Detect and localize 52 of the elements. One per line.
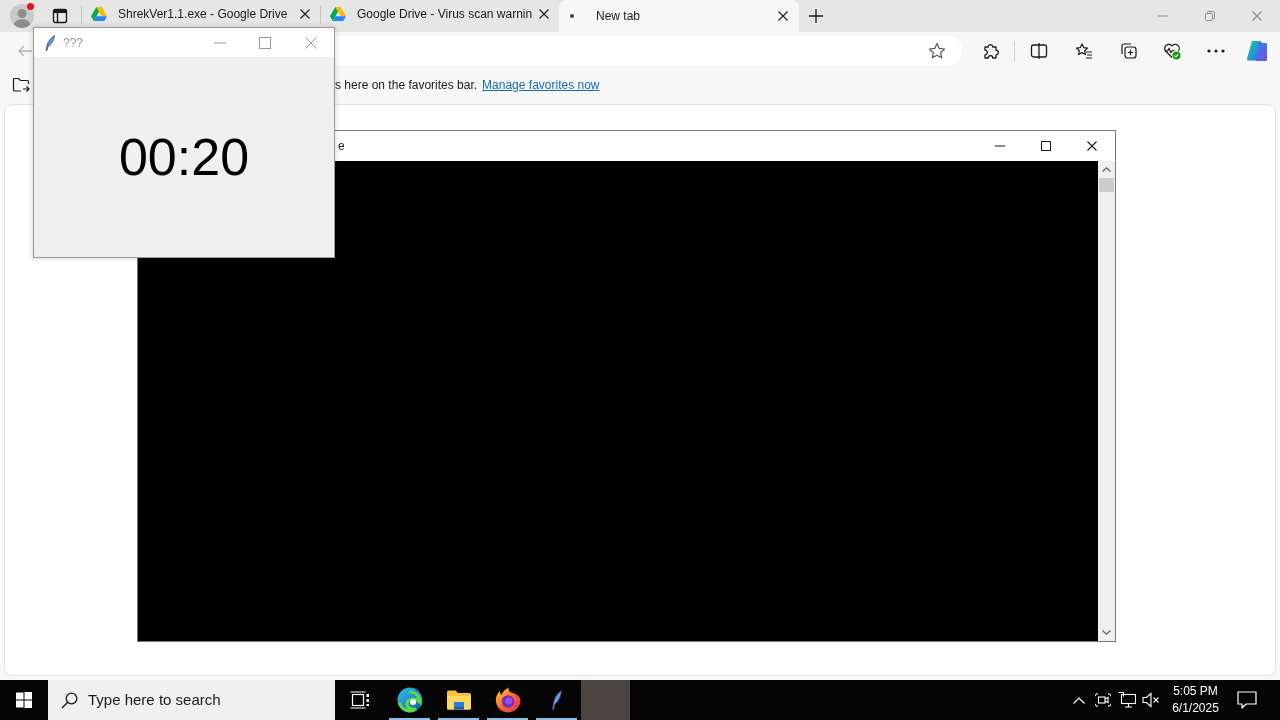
browser-tab[interactable]: Google Drive - Virus scan warnin: [321, 1, 559, 27]
windows-logo-icon[interactable]: [16, 692, 32, 708]
countdown-timer: 00:20: [118, 131, 250, 183]
folder-arrow-icon[interactable]: [12, 77, 30, 93]
tab-title: Google Drive - Virus scan warnin: [357, 6, 534, 23]
favorites-star-list-icon[interactable]: [1075, 42, 1093, 60]
search-field[interactable]: Type here to search: [48, 680, 335, 720]
browser-tab[interactable]: ShrekVer1.1.exe - Google Drive: [82, 1, 320, 27]
triangle-logo-icon: [91, 7, 107, 21]
favorites-bar-message: s here on the favorites bar.: [335, 77, 478, 94]
camera-bracket-icon[interactable]: [1095, 691, 1111, 709]
close-icon[interactable]: [300, 9, 310, 19]
feather-icon[interactable]: [551, 690, 562, 710]
browser-tab[interactable]: New tab: [559, 0, 799, 32]
triangle-logo-icon: [330, 7, 346, 21]
profile-avatar-icon[interactable]: [10, 4, 34, 28]
star-icon[interactable]: [928, 42, 946, 60]
window-title: e: [338, 138, 345, 155]
close-icon[interactable]: [1087, 141, 1097, 151]
close-icon[interactable]: [539, 9, 549, 19]
clock-date[interactable]: 6/1/2025: [1172, 700, 1219, 717]
back-arrow-icon: [17, 43, 33, 59]
task-view-icon[interactable]: [350, 691, 370, 709]
tab-actions-icon[interactable]: [52, 8, 68, 24]
flame-globe-icon[interactable]: [494, 687, 521, 713]
restore-icon[interactable]: [1204, 11, 1215, 21]
speaker-muted-icon[interactable]: [1142, 692, 1160, 708]
chevron-up-icon[interactable]: [1073, 696, 1085, 704]
more-dots-icon[interactable]: [1207, 49, 1225, 53]
search-icon: [61, 691, 78, 709]
tab-title: ShrekVer1.1.exe - Google Drive: [118, 6, 289, 23]
new-tab-plus-icon[interactable]: [808, 8, 824, 24]
puzzle-piece-icon[interactable]: [982, 42, 1000, 60]
heart-pulse-check-icon[interactable]: [1163, 42, 1181, 60]
clock-time[interactable]: 5:05 PM: [1173, 683, 1218, 700]
collections-plus-icon[interactable]: [1119, 42, 1137, 60]
swirl-globe-icon[interactable]: [396, 687, 423, 713]
address-field[interactable]: [335, 36, 962, 66]
maximize-icon[interactable]: [1041, 141, 1051, 151]
search-input[interactable]: Type here to search: [88, 688, 328, 712]
network-monitor-icon[interactable]: [1118, 692, 1136, 708]
speech-bubble-icon[interactable]: [1237, 691, 1257, 709]
scrollbar[interactable]: [1098, 161, 1115, 641]
manage-favorites-link[interactable]: Manage favorites now: [482, 76, 600, 94]
scrollbar-thumb[interactable]: [1099, 178, 1114, 192]
feather-icon: [45, 34, 55, 51]
split-screen-icon[interactable]: [1030, 42, 1048, 60]
close-icon[interactable]: [778, 11, 788, 21]
slanted-panels-logo-icon[interactable]: [1246, 40, 1268, 62]
tab-title: New tab: [596, 8, 642, 25]
folder-icon[interactable]: [445, 689, 472, 711]
window-title: ???: [63, 34, 84, 52]
